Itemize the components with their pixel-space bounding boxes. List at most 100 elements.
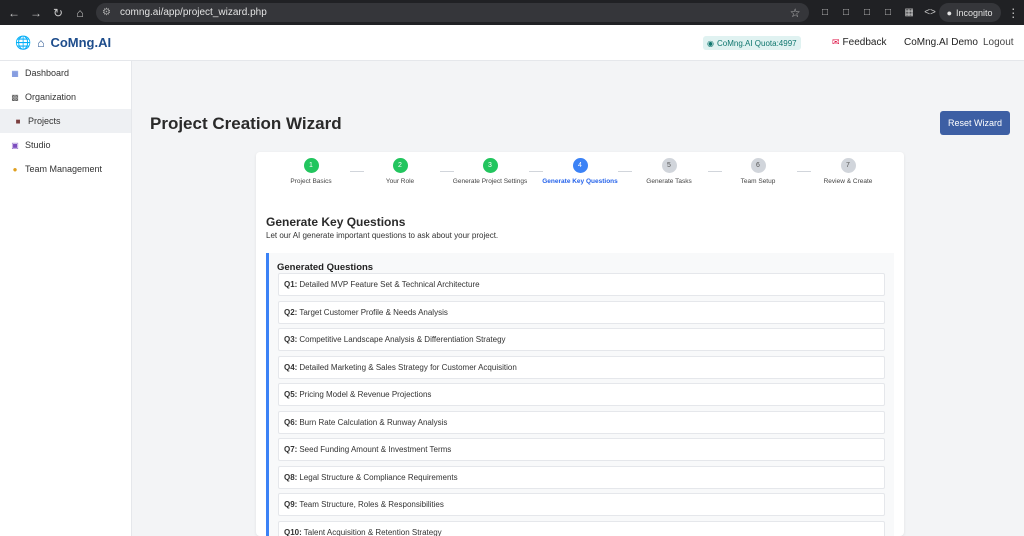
generated-questions-panel: Generated Questions Q1: Detailed MVP Feat… <box>266 253 894 536</box>
page-title: Project Creation Wizard <box>150 114 342 133</box>
browser-menu-icon[interactable]: ⋮ <box>1007 6 1020 20</box>
step-project-basics[interactable]: 1 Project Basics <box>261 158 361 185</box>
user-name[interactable]: CoMng.AI Demo <box>904 37 978 48</box>
incognito-badge[interactable]: ● Incognito <box>938 3 1001 22</box>
question-id: Q7: <box>284 445 298 454</box>
question-item[interactable]: Q3: Competitive Landscape Analysis & Diff… <box>278 328 885 351</box>
forward-icon[interactable]: → <box>26 3 46 23</box>
dashboard-icon: ▦ <box>11 68 19 78</box>
home-icon[interactable]: ⌂ <box>70 3 90 23</box>
question-item[interactable]: Q1: Detailed MVP Feature Set & Technical … <box>278 273 885 296</box>
organization-icon: ▩ <box>11 92 19 102</box>
question-id: Q2: <box>284 308 298 317</box>
feedback-label: Feedback <box>842 37 887 48</box>
step-circle: 6 <box>750 158 766 173</box>
extension-icon[interactable]: □ <box>859 4 876 21</box>
team-icon: ● <box>12 164 18 174</box>
sidebar-icon[interactable]: ▦ <box>901 4 918 21</box>
step-label: Your Role <box>385 178 415 185</box>
question-text: Seed Funding Amount & Investment Terms <box>299 445 452 454</box>
question-item[interactable]: Q6: Burn Rate Calculation & Runway Analys… <box>278 411 885 434</box>
question-text: Pricing Model & Revenue Projections <box>299 390 432 399</box>
translate-icon[interactable]: □ <box>880 4 897 21</box>
devtools-icon[interactable]: <> <box>922 4 939 21</box>
step-circle: 5 <box>661 158 677 173</box>
step-circle: 1 <box>303 158 319 173</box>
step-label: Generate Tasks <box>646 178 692 185</box>
globe-icon[interactable]: 🌐 <box>15 35 31 51</box>
site-settings-icon[interactable]: ⚙ <box>102 7 116 18</box>
step-team-setup[interactable]: 6 Team Setup <box>708 158 808 185</box>
question-id: Q10: <box>284 528 302 536</box>
app-header: 🌐 ⌂ CoMng.AI ◉ CoMng.AI Quota:4997 ✉ Fee… <box>0 25 1024 61</box>
section-title: Generate Key Questions <box>266 215 406 229</box>
brand-name: CoMng.AI <box>50 35 112 50</box>
robot-icon: ◉ <box>707 38 714 48</box>
browser-nav: ← → ↻ ⌂ <box>0 3 90 23</box>
briefcase-icon: ■ <box>15 116 21 126</box>
incognito-label: Incognito <box>956 7 993 18</box>
step-circle: 7 <box>840 158 856 173</box>
extension-icon[interactable]: □ <box>817 4 834 21</box>
sidebar-item-label: Studio <box>25 140 51 150</box>
home-icon: ⌂ <box>37 35 45 50</box>
question-item[interactable]: Q4: Detailed Marketing & Sales Strategy f… <box>278 356 885 379</box>
step-circle: 2 <box>392 158 408 173</box>
question-text: Target Customer Profile & Needs Analysis <box>299 308 448 317</box>
step-label: Generate Key Questions <box>542 178 618 185</box>
feedback-link[interactable]: ✉ Feedback <box>832 37 886 48</box>
step-review-create[interactable]: 7 Review & Create <box>798 158 898 185</box>
sidebar-item-dashboard[interactable]: ▦ Dashboard <box>0 61 131 85</box>
sidebar-item-organization[interactable]: ▩ Organization <box>0 85 131 109</box>
question-id: Q8: <box>284 473 298 482</box>
sidebar-item-team-management[interactable]: ● Team Management <box>0 157 131 181</box>
question-id: Q4: <box>284 363 298 372</box>
question-item[interactable]: Q7: Seed Funding Amount & Investment Term… <box>278 438 885 461</box>
reset-wizard-button[interactable]: Reset Wizard <box>940 111 1010 135</box>
step-generate-project-settings[interactable]: 3 Generate Project Settings <box>440 158 540 185</box>
question-id: Q9: <box>284 500 298 509</box>
sidebar-item-label: Projects <box>28 116 61 126</box>
quota-badge: ◉ CoMng.AI Quota:4997 <box>703 36 801 50</box>
step-label: Review & Create <box>823 178 873 185</box>
question-item[interactable]: Q8: Legal Structure & Compliance Requirem… <box>278 466 885 489</box>
step-label: Generate Project Settings <box>452 178 528 185</box>
step-generate-tasks[interactable]: 5 Generate Tasks <box>619 158 719 185</box>
question-id: Q6: <box>284 418 298 427</box>
question-item[interactable]: Q10: Talent Acquisition & Retention Strat… <box>278 521 885 536</box>
back-icon[interactable]: ← <box>4 3 24 23</box>
sidebar-item-projects[interactable]: ■ Projects <box>0 109 131 133</box>
question-text: Detailed MVP Feature Set & Technical Arc… <box>299 280 480 289</box>
question-item[interactable]: Q2: Target Customer Profile & Needs Analy… <box>278 301 885 324</box>
sidebar-item-studio[interactable]: ▣ Studio <box>0 133 131 157</box>
sidebar-item-label: Organization <box>25 92 77 102</box>
brand[interactable]: 🌐 ⌂ CoMng.AI <box>0 35 111 51</box>
studio-icon: ▣ <box>11 140 19 150</box>
step-circle: 4 <box>572 158 588 173</box>
question-text: Competitive Landscape Analysis & Differe… <box>299 335 506 344</box>
reload-icon[interactable]: ↻ <box>48 3 68 23</box>
question-id: Q5: <box>284 390 298 399</box>
incognito-icon: ● <box>946 7 952 18</box>
step-generate-key-questions[interactable]: 4 Generate Key Questions <box>530 158 630 185</box>
logout-link[interactable]: Logout <box>983 37 1014 48</box>
section-subtitle: Let our AI generate important questions … <box>266 231 499 240</box>
step-your-role[interactable]: 2 Your Role <box>350 158 450 185</box>
question-id: Q3: <box>284 335 298 344</box>
extension-icon[interactable]: □ <box>838 4 855 21</box>
sidebar: ▦ Dashboard ▩ Organization ■ Projects ▣ … <box>0 61 132 536</box>
step-label: Team Setup <box>740 178 776 185</box>
address-bar[interactable]: ⚙ comng.ai/app/project_wizard.php ☆ <box>96 3 809 22</box>
question-item[interactable]: Q9: Team Structure, Roles & Responsibilit… <box>278 493 885 516</box>
sidebar-item-label: Team Management <box>25 164 103 174</box>
question-item[interactable]: Q5: Pricing Model & Revenue Projections <box>278 383 885 406</box>
url-text: comng.ai/app/project_wizard.php <box>120 7 267 18</box>
browser-toolbar: □ □ □ □ ▦ <> <box>817 4 939 21</box>
question-text: Burn Rate Calculation & Runway Analysis <box>299 418 448 427</box>
generated-questions-header: Generated Questions <box>277 262 374 273</box>
question-text: Team Structure, Roles & Responsibilities <box>299 500 444 509</box>
bookmark-star-icon[interactable]: ☆ <box>790 6 801 20</box>
step-label: Project Basics <box>290 178 332 185</box>
question-text: Legal Structure & Compliance Requirement… <box>299 473 458 482</box>
wizard-card: 1 Project Basics 2 Your Role 3 Generate … <box>256 152 904 536</box>
